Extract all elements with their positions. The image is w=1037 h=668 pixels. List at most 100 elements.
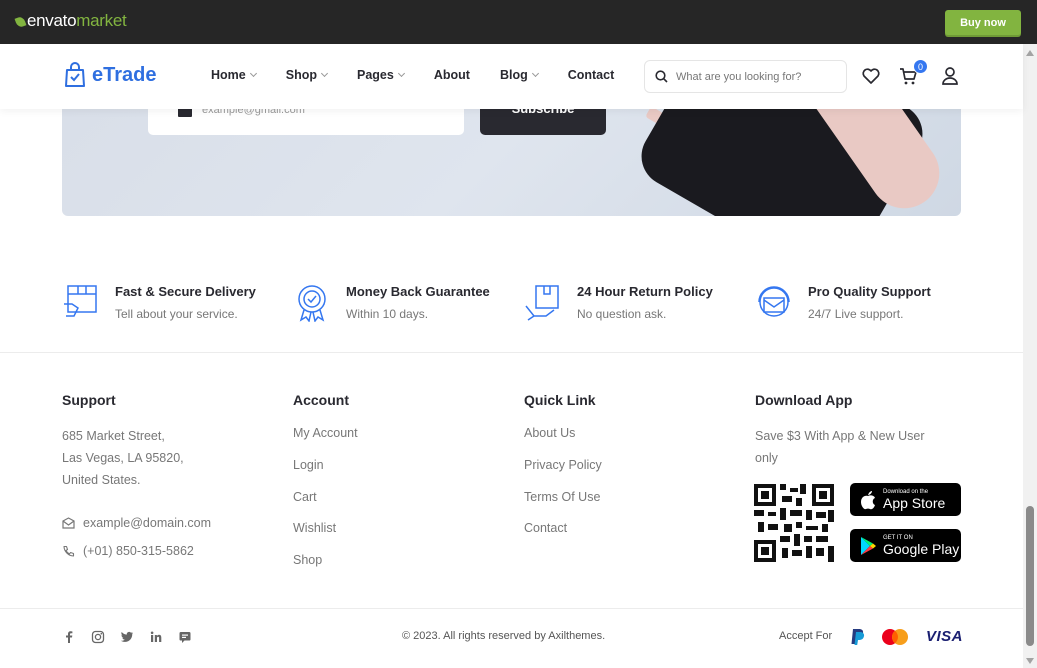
footer-support-column: Support 685 Market Street, Las Vegas, LA… [62,392,211,558]
envato-logo-main: envato [27,11,77,30]
footer-link-login[interactable]: Login [293,457,358,489]
site-header: eTrade Home Shop Pages About Blog Contac… [0,44,1023,109]
linkedin-icon[interactable] [149,630,163,644]
feature-desc: Within 10 days. [346,307,429,321]
feature-title: Pro Quality Support [808,284,931,299]
app-store-big: App Store [883,494,946,511]
scroll-up-arrow-icon[interactable] [1026,50,1034,56]
nav-label: Contact [567,68,615,82]
footer-link-shop[interactable]: Shop [293,552,358,584]
search-input[interactable] [676,70,836,83]
chevron-down-icon [531,69,539,78]
buy-now-button[interactable]: Buy now [945,10,1021,35]
feature-desc: Tell about your service. [115,307,238,321]
envato-logo[interactable]: envatomarket [14,11,127,31]
nav-item-blog[interactable]: Blog [499,68,539,82]
nav-item-about[interactable]: About [434,68,470,82]
instagram-icon[interactable] [91,630,105,644]
social-links [62,630,192,644]
app-store-button[interactable]: Download on the App Store [850,483,961,516]
brand-logo[interactable]: eTrade [64,62,156,88]
google-play-text: GET IT ON Google Play [883,535,959,557]
footer-account-column: Account My Account Login Cart Wishlist S… [293,392,358,584]
guarantee-badge-icon [298,285,326,322]
feature-title: Money Back Guarantee [346,284,490,299]
page: envatomarket Buy now eTrade Home Shop Pa… [0,0,1037,668]
address-line: 685 Market Street, [62,429,165,443]
footer-link-contact[interactable]: Contact [524,520,602,552]
footer-link-privacy-policy[interactable]: Privacy Policy [524,457,602,489]
envelope-icon [62,517,75,529]
nav-label: Blog [499,68,528,82]
facebook-icon[interactable] [62,630,76,644]
phone-text: (+01) 850-315-5862 [83,544,194,558]
scroll-down-arrow-icon[interactable] [1026,658,1034,664]
email-text: example@domain.com [83,516,212,530]
delivery-truck-icon [64,285,97,317]
chevron-down-icon [320,69,329,78]
scrollbar[interactable] [1023,44,1037,668]
google-play-big: Google Play [883,540,960,557]
divider [0,352,1023,353]
copyright-text: © 2023. All rights reserved by Axiltheme… [402,630,606,642]
envato-leaf-icon [14,15,27,29]
column-title: Account [293,392,349,408]
footer-link-cart[interactable]: Cart [293,489,358,521]
feature-title: 24 Hour Return Policy [577,284,713,299]
accept-for-label: Accept For [779,630,833,642]
feature-desc: 24/7 Live support. [808,307,904,321]
shopping-bag-logo-icon [65,62,85,87]
chevron-down-icon [249,69,257,78]
brand-name: eTrade [92,63,157,86]
nav-label: Shop [285,68,317,82]
cart-count-badge: 0 [913,59,928,74]
nav-label: Pages [356,68,394,82]
heart-icon[interactable] [861,66,881,86]
main-nav: Home Shop Pages About Blog Contact [211,68,644,82]
footer-link-my-account[interactable]: My Account [293,425,358,457]
nav-item-contact[interactable]: Contact [568,68,615,82]
qr-code-icon [754,484,834,562]
visa-logo: VISA [926,628,964,645]
mastercard-icon [882,629,908,645]
address-line: Las Vegas, LA 95820, [62,451,184,465]
footer-link-about-us[interactable]: About Us [524,425,602,457]
nav-item-pages[interactable]: Pages [356,68,405,82]
feature-desc: No question ask. [577,307,667,321]
search-icon[interactable] [655,70,668,83]
google-play-icon [861,536,876,555]
twitter-icon[interactable] [120,630,134,644]
column-title: Download App [755,392,853,408]
app-store-text: Download on the App Store [883,489,945,511]
discord-icon[interactable] [178,630,192,644]
address: 685 Market Street, Las Vegas, LA 95820, … [62,425,211,491]
contact-phone[interactable]: (+01) 850-315-5862 [62,544,211,558]
column-title: Support [62,392,116,408]
column-title: Quick Link [524,392,596,408]
return-box-icon [525,285,559,321]
apple-icon [861,490,875,509]
address-line: United States. [62,473,141,487]
phone-icon [63,545,75,557]
footer-download-app-column: Download App Save $3 With App & New User… [755,392,961,469]
nav-item-shop[interactable]: Shop [285,68,329,82]
envato-bar: envatomarket Buy now [0,0,1037,44]
contact-email[interactable]: example@domain.com [62,516,211,530]
search-box[interactable] [644,60,847,93]
nav-item-home[interactable]: Home [211,68,257,82]
feature-title: Fast & Secure Delivery [115,284,256,299]
footer-link-wishlist[interactable]: Wishlist [293,520,358,552]
google-play-button[interactable]: GET IT ON Google Play [850,529,961,562]
divider [0,608,1023,609]
user-icon[interactable] [940,66,960,86]
support-headset-icon [758,286,790,317]
nav-label: About [433,68,470,82]
paypal-icon [851,629,865,645]
envato-logo-sub: market [76,11,127,30]
nav-label: Home [211,68,246,82]
app-promo-text: Save $3 With App & New User only [755,429,925,465]
scroll-thumb[interactable] [1026,506,1034,646]
chevron-down-icon [397,69,405,78]
footer-quick-link-column: Quick Link About Us Privacy Policy Terms… [524,392,602,552]
footer-link-terms-of-use[interactable]: Terms Of Use [524,489,602,521]
